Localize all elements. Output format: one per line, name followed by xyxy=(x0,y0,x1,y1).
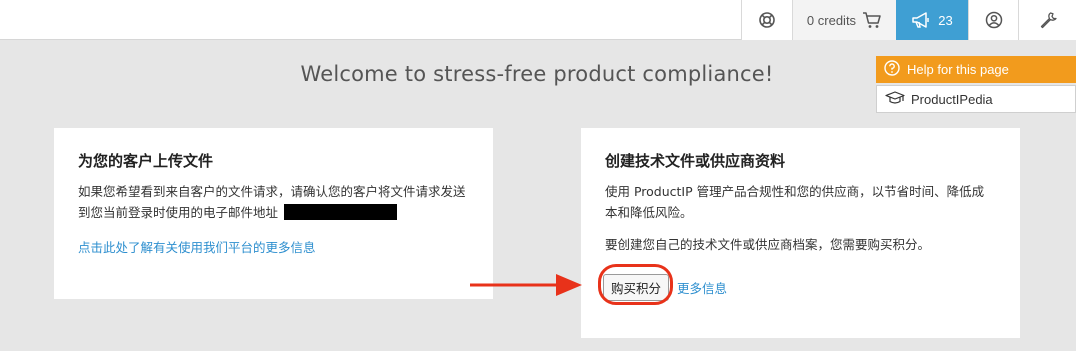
user-icon xyxy=(985,11,1003,29)
help-for-this-page-button[interactable]: Help for this page xyxy=(876,56,1076,83)
buy-credits-button[interactable]: 购买积分 xyxy=(603,274,670,301)
help-label: Help for this page xyxy=(907,62,1009,77)
card-heading: 创建技术文件或供应商资料 xyxy=(605,152,786,170)
card-text: 如果您希望看到来自客户的文件请求，请确认您的客户将文件请求发送到您当前登录时使用… xyxy=(78,184,466,220)
user-button[interactable] xyxy=(968,0,1018,40)
create-technical-file-card: 创建技术文件或供应商资料 使用 ProductIP 管理产品合规性和您的供应商，… xyxy=(581,128,1020,338)
credits-button[interactable]: 0 credits xyxy=(792,0,896,40)
card-text-purchase-note: 要创建您自己的技术文件或供应商档案，您需要购买积分。 xyxy=(605,237,931,252)
news-count: 23 xyxy=(938,12,953,28)
settings-button[interactable] xyxy=(1018,0,1076,40)
credits-label: 0 credits xyxy=(806,12,857,28)
more-info-link[interactable]: 更多信息 xyxy=(677,278,727,297)
productipedia-link[interactable]: ProductIPedia xyxy=(876,85,1076,113)
upload-files-card: 为您的客户上传文件 如果您希望看到来自客户的文件请求，请确认您的客户将文件请求发… xyxy=(54,128,493,299)
news-button[interactable]: 23 xyxy=(896,0,968,40)
lifebuoy-icon xyxy=(758,11,776,29)
buy-row: 购买积分 更多信息 xyxy=(603,274,727,301)
question-circle-icon xyxy=(884,60,900,79)
graduation-cap-icon xyxy=(885,90,905,108)
annotation-arrow-icon xyxy=(470,274,582,296)
card-text: 使用 ProductIP 管理产品合规性和您的供应商，以节省时间、降低成本和降低… xyxy=(605,184,985,220)
megaphone-icon xyxy=(911,11,931,29)
card-heading: 为您的客户上传文件 xyxy=(78,152,214,170)
productipedia-label: ProductIPedia xyxy=(911,91,993,107)
top-bar: 0 credits 23 xyxy=(0,0,1076,40)
redacted-email xyxy=(284,204,398,220)
page-title: Welcome to stress-free product complianc… xyxy=(300,62,774,86)
wrench-icon xyxy=(1039,11,1057,29)
cart-icon xyxy=(862,11,882,29)
support-button[interactable] xyxy=(741,0,792,40)
more-info-platform-link[interactable]: 点击此处了解有关使用我们平台的更多信息 xyxy=(78,237,316,256)
